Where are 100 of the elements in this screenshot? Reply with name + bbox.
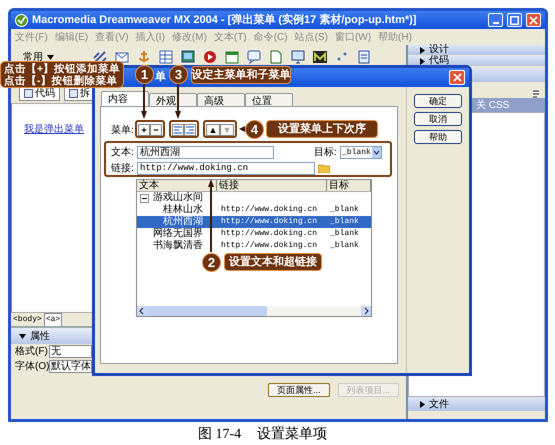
image-icon: [180, 49, 196, 65]
outdent-button[interactable]: [184, 124, 196, 136]
figure-number: 图 17-4: [198, 426, 242, 444]
column-header[interactable]: 链接: [217, 180, 327, 191]
dialog-title: 单: [155, 70, 166, 86]
link-field[interactable]: http://www.doking.cn: [137, 162, 315, 174]
column-header[interactable]: 目标: [327, 180, 371, 191]
field-label: 格式(F): [15, 344, 49, 359]
monitor-icon: [290, 49, 306, 65]
figure-caption: 设置菜单项: [257, 426, 328, 444]
link-cell: http://www.doking.cn: [221, 217, 318, 226]
target-cell: _blank: [330, 241, 359, 250]
toolbar-button: ▼: [220, 124, 234, 136]
step-label: 设置菜单上下次序: [266, 120, 378, 138]
note-text: 点击【+】按钮添加菜单: [4, 62, 120, 74]
panel-title: 属性: [30, 330, 50, 344]
target-cell: _blank: [330, 229, 359, 238]
m-logo-icon: [312, 49, 328, 65]
dialog-button[interactable]: 帮助: [414, 130, 462, 144]
panel-header[interactable]: 文件: [408, 397, 545, 411]
highlight-frame: [203, 120, 237, 138]
target-select[interactable]: _blank: [340, 146, 382, 158]
tree-row[interactable]: 杭州西湖 http://www.doking.cn _blank: [137, 216, 371, 228]
outdent-icon: [186, 126, 194, 134]
view-icon: [69, 89, 78, 98]
tree-item-text: 书海飘清香: [153, 240, 203, 252]
tab[interactable]: 高级: [197, 93, 245, 106]
folder-icon: [318, 163, 330, 173]
step-label: 设定主菜单和子菜单: [191, 66, 291, 84]
panel-header[interactable]: 代码: [408, 56, 545, 66]
toolbar-button[interactable]: −: [150, 124, 162, 136]
indent-button[interactable]: [172, 124, 184, 136]
link-cell: http://www.doking.cn: [221, 229, 318, 238]
anchor-icon: [136, 49, 152, 65]
page-link[interactable]: 我是弹出菜单: [24, 124, 84, 135]
panel-header[interactable]: 设计: [408, 45, 545, 55]
scroll-left-icon: [137, 306, 147, 316]
comment-icon: [246, 49, 262, 65]
calendar-icon: [224, 49, 240, 65]
expand-arrow-icon: [420, 400, 425, 408]
window-title: Macromedia Dreamweaver MX 2004 - [弹出菜单 (实例17 素材/pop-up.htm*)]: [32, 12, 418, 28]
horizontal-scrollbar[interactable]: [137, 306, 371, 316]
table-icon: [158, 49, 174, 65]
field-label: 目标:: [314, 146, 338, 160]
arrow: [175, 84, 181, 119]
note-text: 点击【-】按钮删除菜单: [4, 74, 118, 86]
toolbar-button[interactable]: +: [138, 124, 150, 136]
property-button: 列表项目...: [338, 383, 400, 397]
close-button[interactable]: [449, 70, 465, 85]
tree-row[interactable]: 网络无国界 http://www.doking.cn _blank: [137, 228, 371, 240]
property-button[interactable]: 页面属性...: [268, 383, 330, 397]
category-dropdown[interactable]: 常用: [23, 50, 54, 64]
field-label: 链接:: [111, 162, 135, 176]
scrollbar-thumb[interactable]: [147, 306, 267, 316]
view-icon: [24, 89, 33, 98]
link-cell: http://www.doking.cn: [221, 241, 318, 250]
browse-button[interactable]: [318, 163, 330, 173]
logo-icon: [15, 14, 28, 26]
scroll-right-icon: [361, 306, 371, 316]
clipboard-icon: [356, 49, 372, 65]
tree-row[interactable]: 游戏山水间: [137, 192, 371, 204]
tab[interactable]: 位置: [245, 93, 293, 106]
link-cell: http://www.doking.cn: [221, 205, 318, 214]
tab[interactable]: 外观: [149, 93, 197, 106]
indent-icon: [174, 126, 182, 134]
media-icon: [202, 49, 218, 65]
tree-item-text: 游戏山水间: [153, 192, 203, 204]
tree-item-text: 杭州西湖: [163, 216, 203, 228]
tree-row[interactable]: 书海飘清香 http://www.doking.cn _blank: [137, 240, 371, 252]
close-icon: [529, 16, 538, 24]
minimize-icon: [492, 22, 498, 24]
field-label: 字体(O): [15, 360, 49, 374]
step-label: 设置文本和超链接: [224, 253, 322, 271]
collapse-arrow-icon: [19, 334, 26, 338]
dialog-button[interactable]: 确定: [414, 94, 462, 108]
maximize-icon: [510, 16, 519, 24]
text-field[interactable]: 杭州西湖: [137, 146, 274, 158]
highlight-frame: [169, 120, 199, 138]
tag-selector[interactable]: <a>: [44, 312, 62, 326]
close-button[interactable]: [526, 13, 541, 27]
tag-selector[interactable]: <body>: [13, 314, 42, 326]
options-icon: [532, 89, 541, 98]
collapse-box-icon: [140, 194, 149, 202]
dialog-button[interactable]: 取消: [414, 112, 462, 126]
dropdown-arrow-icon: [47, 54, 54, 60]
field-label: 菜单:: [111, 124, 135, 138]
value-field[interactable]: 默认字体: [49, 360, 92, 373]
tree-row[interactable]: 桂林山水 http://www.doking.cn _blank: [137, 204, 371, 216]
target-cell: _blank: [330, 205, 359, 214]
close-icon: [452, 73, 462, 82]
value-field[interactable]: 无: [49, 345, 92, 358]
tab[interactable]: 内容: [101, 91, 149, 106]
minimize-button[interactable]: [488, 13, 503, 27]
maximize-button[interactable]: [507, 13, 522, 27]
toolbar-button[interactable]: ▲: [206, 124, 220, 136]
highlight-frame: [135, 120, 165, 138]
tree-item-text: 桂林山水: [163, 204, 203, 216]
tree-item-text: 网络无国界: [153, 228, 203, 240]
arrow: [141, 84, 147, 119]
field-label: 文本:: [111, 146, 135, 160]
